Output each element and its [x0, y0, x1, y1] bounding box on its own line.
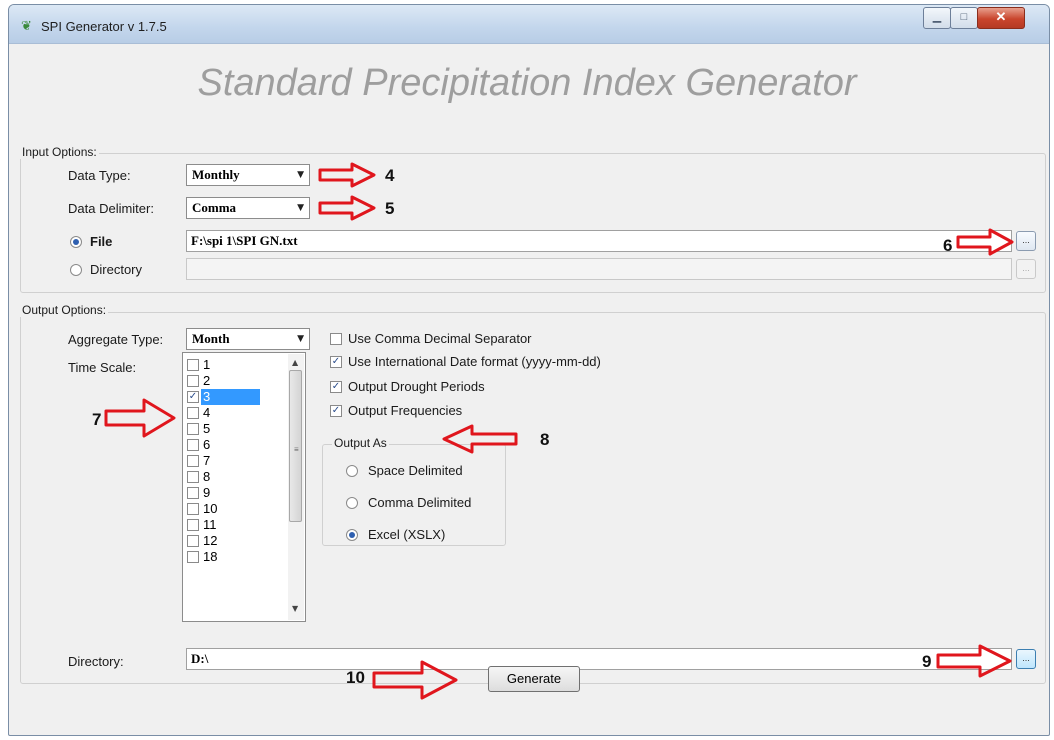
- space-delimited-label: Space Delimited: [368, 463, 463, 478]
- comma-decimal-checkbox[interactable]: [330, 333, 342, 345]
- list-item[interactable]: 8: [185, 469, 287, 485]
- window-title: SPI Generator v 1.7.5: [41, 19, 167, 34]
- drought-periods-checkbox[interactable]: ✓: [330, 381, 342, 393]
- list-item-checkbox[interactable]: [187, 535, 199, 547]
- annotation-number: 5: [385, 199, 395, 218]
- directory-radio[interactable]: [70, 264, 82, 276]
- annotation-arrow-icon: [104, 398, 176, 438]
- excel-radio[interactable]: [346, 529, 358, 541]
- annotation-number: 6: [943, 236, 953, 255]
- dropdown-arrow-icon: ▼: [297, 203, 304, 213]
- output-directory-label: Directory:: [68, 654, 124, 669]
- frequencies-checkbox[interactable]: ✓: [330, 405, 342, 417]
- time-scale-label: Time Scale:: [68, 360, 137, 375]
- frequencies-label: Output Frequencies: [348, 403, 463, 418]
- title-bar[interactable]: ❦ SPI Generator v 1.7.5 ▁ □ ✕: [9, 5, 1049, 44]
- list-item-checkbox[interactable]: [187, 375, 199, 387]
- directory-radio-label: Directory: [90, 262, 143, 277]
- list-item-checkbox[interactable]: [187, 455, 199, 467]
- data-delimiter-value: Comma: [192, 200, 237, 215]
- list-item-checkbox[interactable]: [187, 487, 199, 499]
- list-item[interactable]: ✓ 3: [185, 389, 287, 405]
- output-options-label: Output Options:: [20, 303, 109, 317]
- data-type-select[interactable]: Monthly ▼: [186, 164, 310, 186]
- directory-browse-button[interactable]: ...: [1016, 259, 1036, 279]
- output-directory-field[interactable]: D:\: [186, 648, 1012, 670]
- list-item-checkbox[interactable]: [187, 407, 199, 419]
- scroll-down-icon[interactable]: ▼: [292, 604, 298, 613]
- list-item[interactable]: 1: [185, 357, 287, 373]
- excel-label: Excel (XSLX): [368, 527, 446, 542]
- annotation-arrow-icon: [372, 660, 458, 700]
- list-item[interactable]: 5: [185, 421, 287, 437]
- drought-periods-label: Output Drought Periods: [348, 379, 485, 394]
- list-item[interactable]: 4: [185, 405, 287, 421]
- output-as-label: Output As: [332, 436, 389, 450]
- list-scrollbar[interactable]: ▲ ≡ ▼: [288, 354, 304, 620]
- annotation-arrow-icon: [318, 195, 376, 221]
- file-browse-button[interactable]: ...: [1016, 231, 1036, 251]
- maximize-icon[interactable]: □: [950, 7, 978, 29]
- data-type-label: Data Type:: [68, 168, 131, 183]
- list-item[interactable]: 11: [185, 517, 287, 533]
- comma-delimited-label: Comma Delimited: [368, 495, 472, 510]
- list-item-checkbox[interactable]: [187, 439, 199, 451]
- list-item-checkbox[interactable]: [187, 519, 199, 531]
- annotation-arrow-icon: [442, 424, 518, 454]
- aggregate-type-select[interactable]: Month ▼: [186, 328, 310, 350]
- data-delimiter-select[interactable]: Comma ▼: [186, 197, 310, 219]
- list-item[interactable]: 2: [185, 373, 287, 389]
- international-date-label: Use International Date format (yyyy-mm-d…: [348, 354, 601, 369]
- annotation-arrow-icon: [956, 228, 1014, 256]
- list-item[interactable]: 12: [185, 533, 287, 549]
- comma-decimal-label: Use Comma Decimal Separator: [348, 331, 532, 346]
- annotation-number: 7: [92, 410, 102, 429]
- scroll-thumb[interactable]: ≡: [289, 370, 302, 522]
- list-item-checkbox[interactable]: [187, 359, 199, 371]
- list-item[interactable]: 9: [185, 485, 287, 501]
- list-item[interactable]: 18: [185, 549, 287, 565]
- dropdown-arrow-icon: ▼: [297, 334, 304, 344]
- list-item-checkbox[interactable]: [187, 471, 199, 483]
- grip-icon: ≡: [294, 445, 299, 454]
- annotation-arrow-icon: [318, 162, 376, 188]
- dropdown-arrow-icon: ▼: [297, 170, 304, 180]
- data-type-value: Monthly: [192, 167, 240, 182]
- international-date-checkbox[interactable]: ✓: [330, 356, 342, 368]
- list-item-checkbox[interactable]: [187, 551, 199, 563]
- file-path-field[interactable]: F:\spi 1\SPI GN.txt: [186, 230, 1012, 252]
- annotation-number: 8: [540, 430, 550, 449]
- data-delimiter-label: Data Delimiter:: [68, 201, 154, 216]
- file-radio[interactable]: [70, 236, 82, 248]
- annotation-number: 4: [385, 166, 395, 185]
- input-options-label: Input Options:: [20, 145, 99, 159]
- output-directory-browse-button[interactable]: ...: [1016, 649, 1036, 669]
- page-title: Standard Precipitation Index Generator: [197, 62, 857, 104]
- list-item[interactable]: 6: [185, 437, 287, 453]
- app-icon: ❦: [21, 18, 32, 33]
- minimize-icon[interactable]: ▁: [923, 7, 951, 29]
- annotation-number: 9: [922, 652, 932, 671]
- annotation-arrow-icon: [936, 644, 1012, 678]
- generate-button[interactable]: Generate: [488, 666, 580, 692]
- list-item[interactable]: 7: [185, 453, 287, 469]
- list-item[interactable]: 10: [185, 501, 287, 517]
- aggregate-type-label: Aggregate Type:: [68, 332, 164, 347]
- list-item-checkbox[interactable]: [187, 423, 199, 435]
- aggregate-type-value: Month: [192, 331, 230, 346]
- close-icon[interactable]: ✕: [977, 7, 1025, 29]
- scroll-up-icon[interactable]: ▲: [292, 358, 298, 367]
- space-delimited-radio[interactable]: [346, 465, 358, 477]
- list-item-checkbox[interactable]: ✓: [187, 391, 199, 403]
- input-directory-field[interactable]: [186, 258, 1012, 280]
- annotation-number: 10: [346, 668, 365, 687]
- time-scale-list[interactable]: 1 2 ✓ 3 4 5 6 7 8 9 10 11 12 18 ▲ ≡ ▼: [182, 352, 306, 622]
- list-item-checkbox[interactable]: [187, 503, 199, 515]
- file-radio-label: File: [90, 234, 113, 249]
- comma-delimited-radio[interactable]: [346, 497, 358, 509]
